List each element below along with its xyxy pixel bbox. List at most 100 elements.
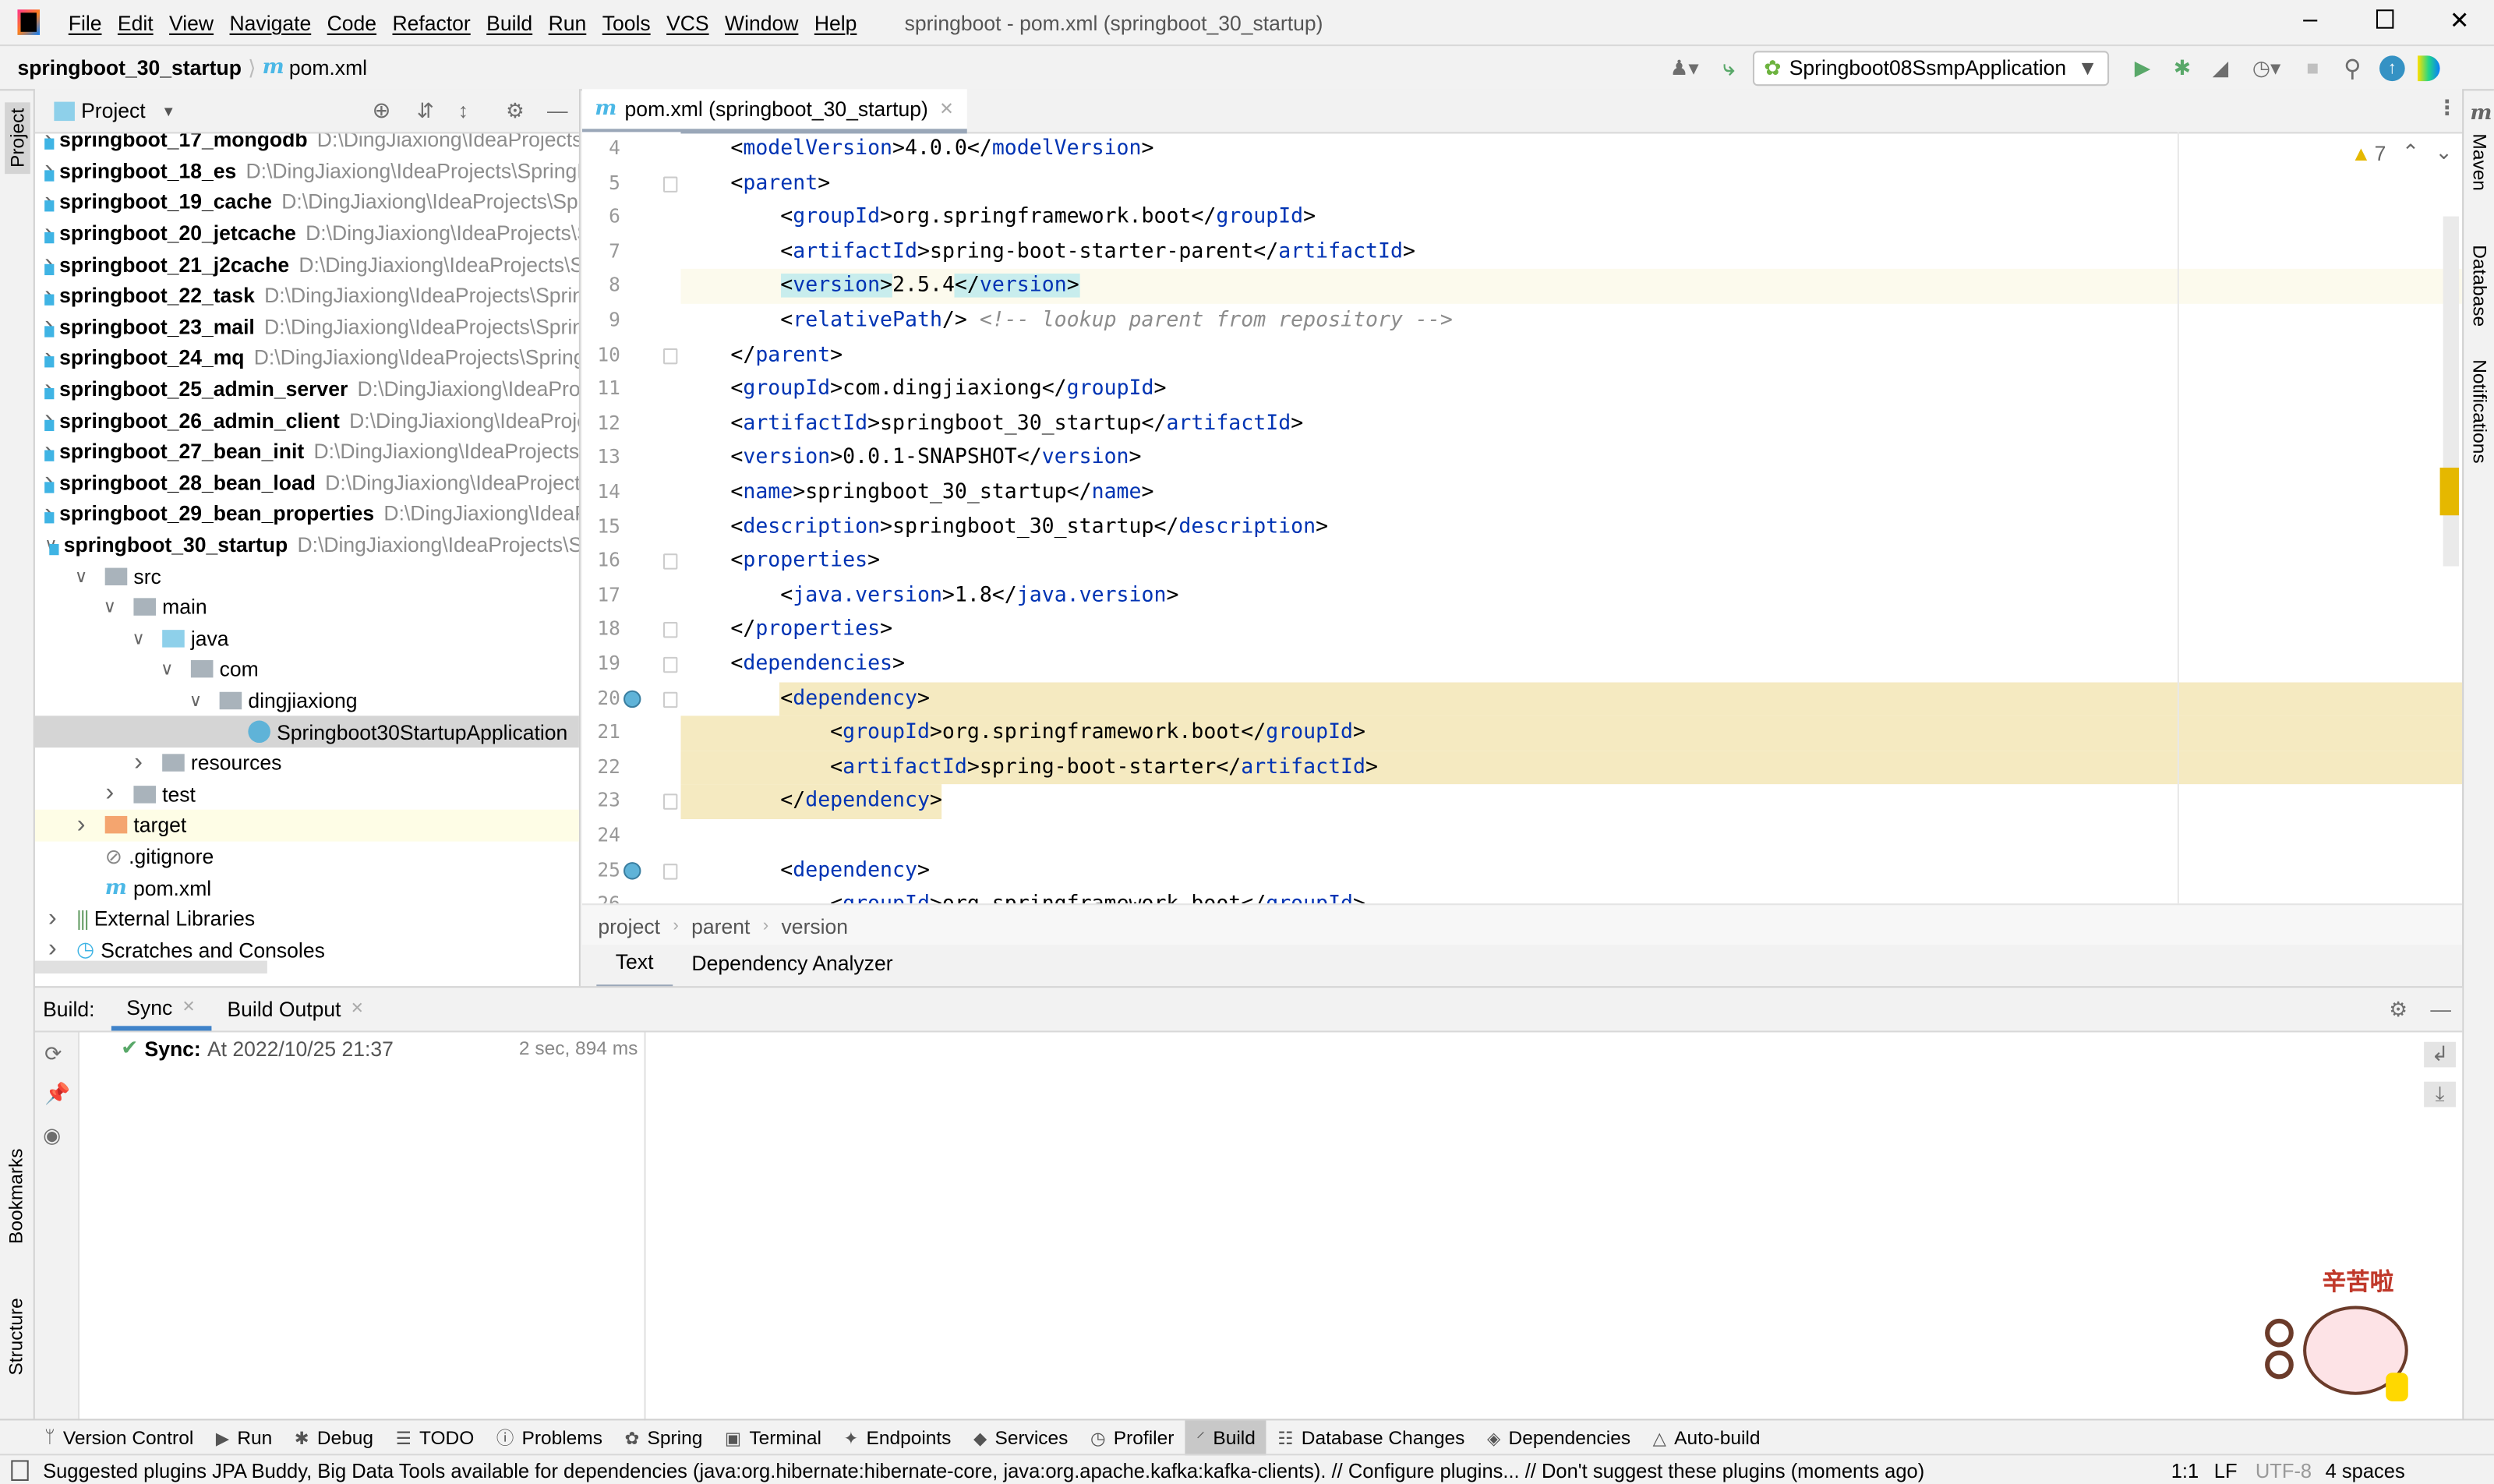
previous-highlight-icon[interactable]: ⌃ [2402,140,2419,166]
tree-item[interactable]: ⊘ .gitignore [35,841,579,872]
chevron-down-icon[interactable]: ▼ [161,103,175,118]
fold-icon[interactable] [663,175,678,193]
build-hammer-icon[interactable]: ⤷ [1705,55,1753,80]
tree-item-module[interactable]: ›springboot_24_mqD:\DingJiaxiong\IdeaPro… [35,342,579,373]
tree-item[interactable]: Springboot30StartupApplication [34,716,579,748]
menu-navigate[interactable]: Navigate [230,10,312,34]
tree-scrollbar[interactable] [34,960,267,973]
tree-item-module[interactable]: ›springboot_29_bean_propertiesD:\DingJia… [35,498,579,529]
tree-item[interactable]: › test [35,779,579,810]
code-with-me-icon[interactable] [2418,55,2440,81]
fold-icon[interactable] [663,656,678,673]
tree-item[interactable]: › ||| External Libraries [35,903,579,935]
tool-window-services[interactable]: ◆ Services [963,1420,1079,1455]
tree-item[interactable]: › resources [35,747,579,779]
tree-item[interactable]: ∨ java [35,623,579,654]
breadcrumb-project[interactable]: project [598,913,660,938]
hide-icon[interactable]: — [2430,998,2451,1022]
menu-window[interactable]: Window [725,10,798,34]
tree-item[interactable]: ∨ main [35,592,579,623]
inspection-widget[interactable]: ▲ 7 ⌃ ⌄ [2351,140,2452,166]
tree-item-module[interactable]: ›springboot_18_esD:\DingJiaxiong\IdeaPro… [35,155,579,186]
pin-icon[interactable]: 📌 [44,1082,70,1108]
tree-item-module[interactable]: ›springboot_22_taskD:\DingJiaxiong\IdeaP… [35,280,579,311]
locate-icon[interactable]: ⊕ [373,97,391,124]
sync-tree-item[interactable]: ✔ Sync: At 2022/10/25 21:37 2 sec, 894 m… [121,1036,638,1062]
tree-item-module[interactable]: ∨springboot_30_startupD:\DingJiaxiong\Id… [35,529,579,560]
tree-item-module[interactable]: ›springboot_21_j2cacheD:\DingJiaxiong\Id… [35,249,579,280]
chevron-right-icon[interactable]: › [73,811,89,840]
fold-icon[interactable] [663,863,678,879]
chevron-down-icon[interactable]: ∨ [159,659,175,680]
chevron-right-icon[interactable]: › [130,749,146,778]
tree-item[interactable]: m pom.xml [35,872,579,903]
fold-icon[interactable] [663,622,678,639]
chevron-down-icon[interactable]: ∨ [102,597,118,617]
menu-code[interactable]: Code [327,10,376,34]
tab-pom-xml[interactable]: m pom.xml (springboot_30_startup) ✕ [581,89,967,134]
file-encoding[interactable]: UTF-8 [2256,1459,2312,1482]
maven-tool-button[interactable]: Maven [2468,133,2491,191]
fold-icon[interactable] [663,553,678,570]
tree-item-module[interactable]: ›springboot_19_cacheD:\DingJiaxiong\Idea… [35,186,579,217]
tool-window-debug[interactable]: ✱ Debug [284,1420,385,1455]
tree-item-module[interactable]: ›springboot_26_admin_clientD:\DingJiaxio… [35,405,579,436]
run-config-selector[interactable]: ✿ Springboot08SsmpApplication ▼ [1752,50,2110,86]
fold-icon[interactable] [663,691,678,708]
tree-item[interactable]: ∨ com [35,654,579,685]
notifications-tool-button[interactable]: Notifications [2468,359,2491,463]
tree-item-module[interactable]: ›springboot_25_admin_serverD:\DingJiaxio… [35,373,579,405]
tool-window-version-control[interactable]: ᛘ Version Control [34,1420,205,1455]
menu-help[interactable]: Help [814,10,857,34]
fold-icon[interactable] [663,794,678,811]
chevron-right-icon[interactable]: › [44,905,60,934]
stop-icon[interactable]: ■ [2294,55,2332,80]
debug-icon[interactable]: ✱ [2163,55,2201,80]
tool-window-dependencies[interactable]: ◈ Dependencies [1476,1420,1642,1455]
eye-icon[interactable]: ◉ [43,1123,61,1149]
menu-file[interactable]: File [69,10,102,34]
tool-window-database-changes[interactable]: ☷ Database Changes [1266,1420,1476,1455]
soft-wrap-icon[interactable]: ↲ [2424,1041,2456,1068]
tree-item-module[interactable]: ›springboot_27_bean_initD:\DingJiaxiong\… [35,436,579,467]
tool-window-spring[interactable]: ✿ Spring [613,1420,713,1455]
update-icon[interactable]: ↑ [2379,55,2405,81]
close-tab-icon[interactable]: ✕ [182,998,196,1016]
tree-item-module[interactable]: ›springboot_23_mailD:\DingJiaxiong\IdeaP… [35,311,579,342]
caret-position[interactable]: 1:1 [2171,1459,2199,1482]
next-highlight-icon[interactable]: ⌄ [2435,140,2452,166]
profile-icon[interactable]: ◷▾ [2239,55,2293,80]
tool-window-todo[interactable]: ☰ TODO [384,1420,485,1455]
bookmarks-tool-button[interactable]: Bookmarks [5,1148,27,1244]
tool-window-build[interactable]: ⸍ Build [1185,1420,1267,1456]
tool-window-terminal[interactable]: ▣ Terminal [714,1420,833,1455]
scroll-to-end-icon[interactable]: ⤓ [2424,1081,2456,1108]
close-button[interactable]: ✕ [2450,6,2470,35]
tree-item-module[interactable]: ›springboot_20_jetcacheD:\DingJiaxiong\I… [35,217,579,249]
status-message[interactable]: Suggested plugins JPA Buddy, Big Data To… [43,1459,1924,1482]
project-view-selector[interactable]: Project [81,99,146,123]
chevron-down-icon[interactable]: ∨ [130,628,146,648]
menu-vcs[interactable]: VCS [666,10,709,34]
tool-window-endpoints[interactable]: ✦ Endpoints [832,1420,963,1455]
tab-text[interactable]: Text [596,943,673,988]
run-icon[interactable]: ▶ [2121,55,2163,80]
chevron-right-icon[interactable]: › [102,780,118,809]
tab-dependency-analyzer[interactable]: Dependency Analyzer [673,945,912,986]
breadcrumb-parent[interactable]: parent [691,913,750,938]
breadcrumb-version[interactable]: version [782,913,849,938]
menu-edit[interactable]: Edit [118,10,154,34]
implemented-marker-icon[interactable] [623,861,641,879]
vcs-user-icon[interactable]: ♟▾ [1664,55,1705,80]
code-area[interactable]: <modelVersion>4.0.0</modelVersion> <pare… [680,132,2463,903]
tree-item[interactable]: ∨ dingjiaxiong [35,685,579,716]
menu-build[interactable]: Build [486,10,532,34]
gear-icon[interactable]: ⚙ [506,98,525,124]
tree-item[interactable]: › target [34,810,579,842]
fold-icon[interactable] [663,348,678,364]
project-tool-button[interactable]: Project [5,101,30,175]
restore-button[interactable] [2376,9,2394,29]
tree-item-module[interactable]: ›springboot_28_bean_loadD:\DingJiaxiong\… [35,467,579,498]
menu-refactor[interactable]: Refactor [392,10,470,34]
hide-icon[interactable]: — [547,99,568,123]
